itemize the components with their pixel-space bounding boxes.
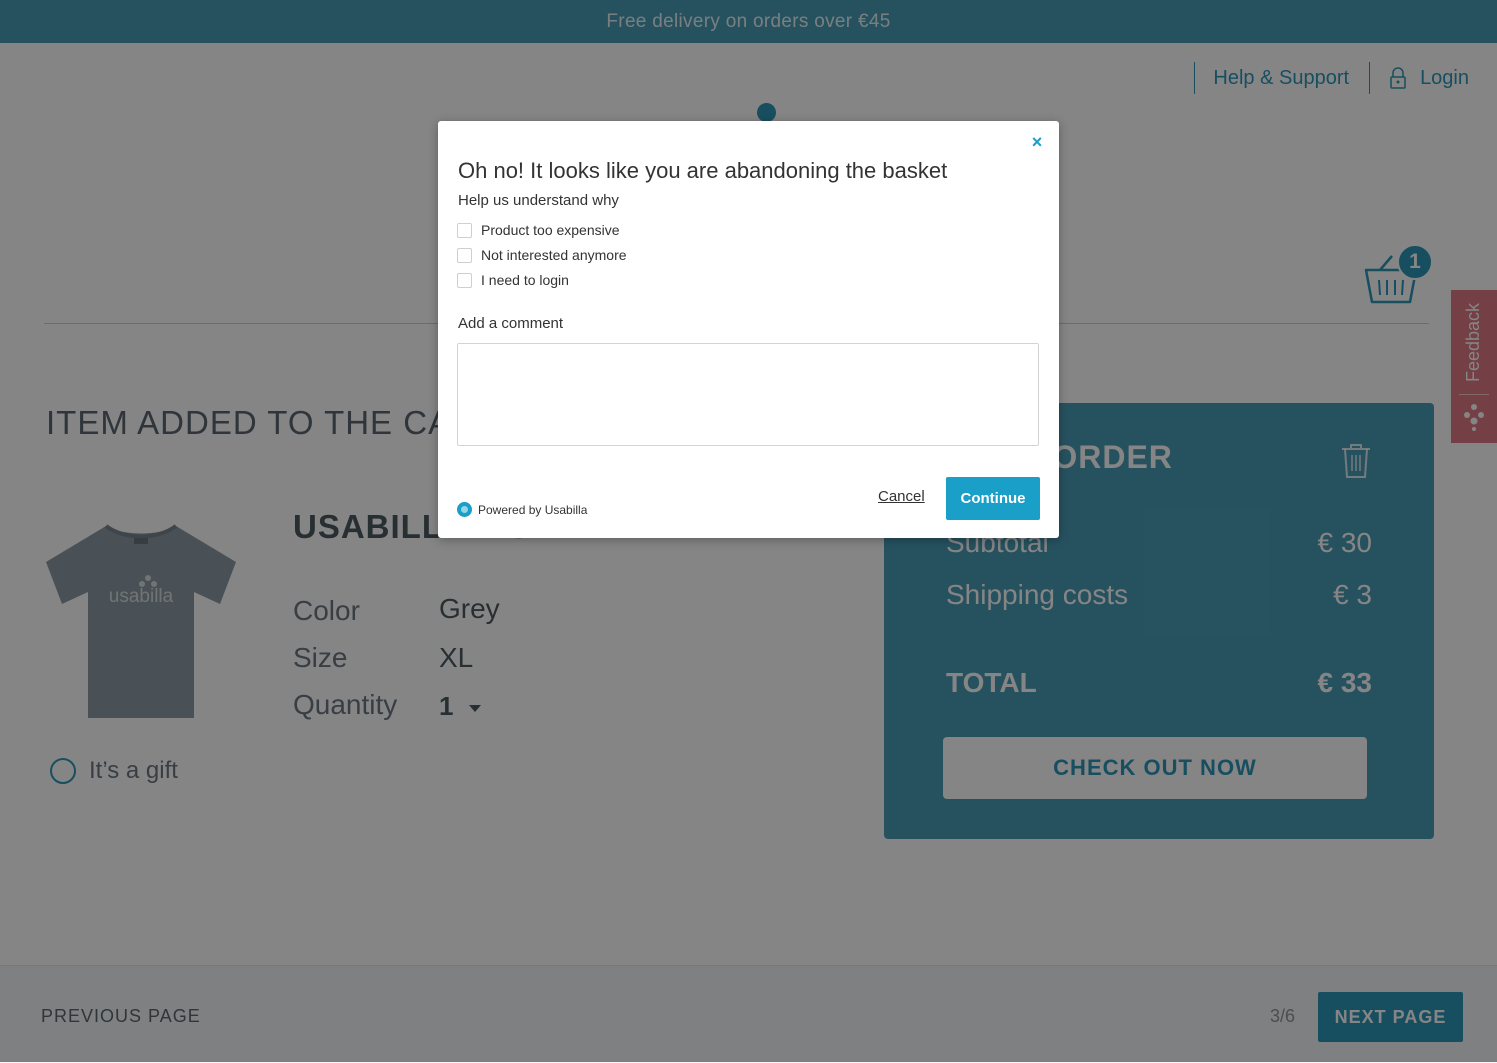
option-need-login[interactable]: I need to login: [457, 272, 569, 288]
comment-label: Add a comment: [458, 315, 564, 332]
modal-title: Oh no! It looks like you are abandoning …: [458, 158, 948, 183]
close-icon[interactable]: ×: [1028, 132, 1046, 152]
powered-by[interactable]: Powered by Usabilla: [457, 502, 587, 517]
option-label: Not interested anymore: [481, 247, 627, 263]
option-label: I need to login: [481, 272, 569, 288]
option-not-interested[interactable]: Not interested anymore: [457, 247, 627, 263]
exit-survey-modal: × Oh no! It looks like you are abandonin…: [438, 121, 1059, 538]
modal-subtitle: Help us understand why: [458, 192, 619, 209]
usabilla-icon: [457, 502, 472, 517]
comment-textarea[interactable]: [457, 343, 1039, 446]
checkbox[interactable]: [457, 222, 472, 238]
option-label: Product too expensive: [481, 222, 620, 238]
cancel-button[interactable]: Cancel: [878, 488, 925, 505]
option-too-expensive[interactable]: Product too expensive: [457, 222, 620, 238]
continue-button[interactable]: Continue: [946, 477, 1040, 520]
powered-by-label: Powered by Usabilla: [478, 502, 588, 517]
checkbox[interactable]: [457, 247, 472, 263]
checkbox[interactable]: [457, 272, 472, 288]
